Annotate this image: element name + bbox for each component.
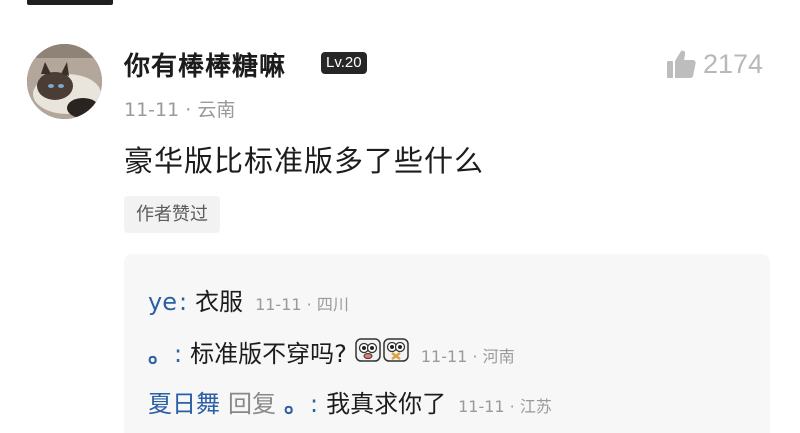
reply-text: 我真求你了 — [326, 390, 447, 418]
avatar[interactable] — [27, 44, 102, 119]
reply-item[interactable]: 。 : 标准版不穿吗? 11-11 · 河南 — [148, 334, 515, 369]
reply-time: 11-11 · 江苏 — [458, 397, 552, 416]
reply-separator: : — [310, 390, 319, 418]
thumbs-up-icon — [667, 50, 696, 78]
top-bar — [0, 0, 800, 8]
like-button[interactable]: 2174 — [665, 46, 763, 82]
reply-separator: : — [178, 288, 188, 316]
reply-text: 标准版不穿吗? — [190, 340, 347, 368]
eyes-face-emoji-icon — [355, 338, 381, 366]
author-liked-badge: 作者赞过 — [124, 196, 220, 233]
eyes-face-emoji-icon — [383, 338, 409, 366]
reply-time: 11-11 · 河南 — [420, 347, 515, 366]
replies-panel[interactable]: ye : 衣服 11-11 · 四川 。 : 标准版不穿吗? 11-11 · 河… — [124, 254, 770, 433]
reply-item[interactable]: ye : 衣服 11-11 · 四川 — [148, 282, 349, 317]
reply-author[interactable]: ye — [148, 288, 177, 316]
level-badge: Lv.20 — [321, 52, 367, 74]
reply-text: 衣服 — [195, 288, 244, 316]
username[interactable]: 你有棒棒糖嘛 — [124, 46, 286, 83]
reply-author[interactable]: 。 — [148, 334, 172, 369]
reply-author[interactable]: 夏日舞 — [148, 384, 220, 419]
comment-content[interactable]: 豪华版比标准版多了些什么 — [124, 138, 484, 180]
reply-item[interactable]: 夏日舞 回复 。 : 我真求你了 11-11 · 江苏 — [148, 384, 552, 419]
reply-target[interactable]: 。 — [284, 384, 308, 419]
comment-meta: 11-11 · 云南 — [124, 99, 236, 121]
reply-separator: : — [174, 340, 183, 368]
reply-keyword: 回复 — [228, 390, 276, 418]
cat-avatar-icon — [27, 44, 102, 119]
tab-indicator — [27, 0, 113, 5]
like-count: 2174 — [703, 48, 764, 79]
reply-time: 11-11 · 四川 — [255, 295, 349, 314]
